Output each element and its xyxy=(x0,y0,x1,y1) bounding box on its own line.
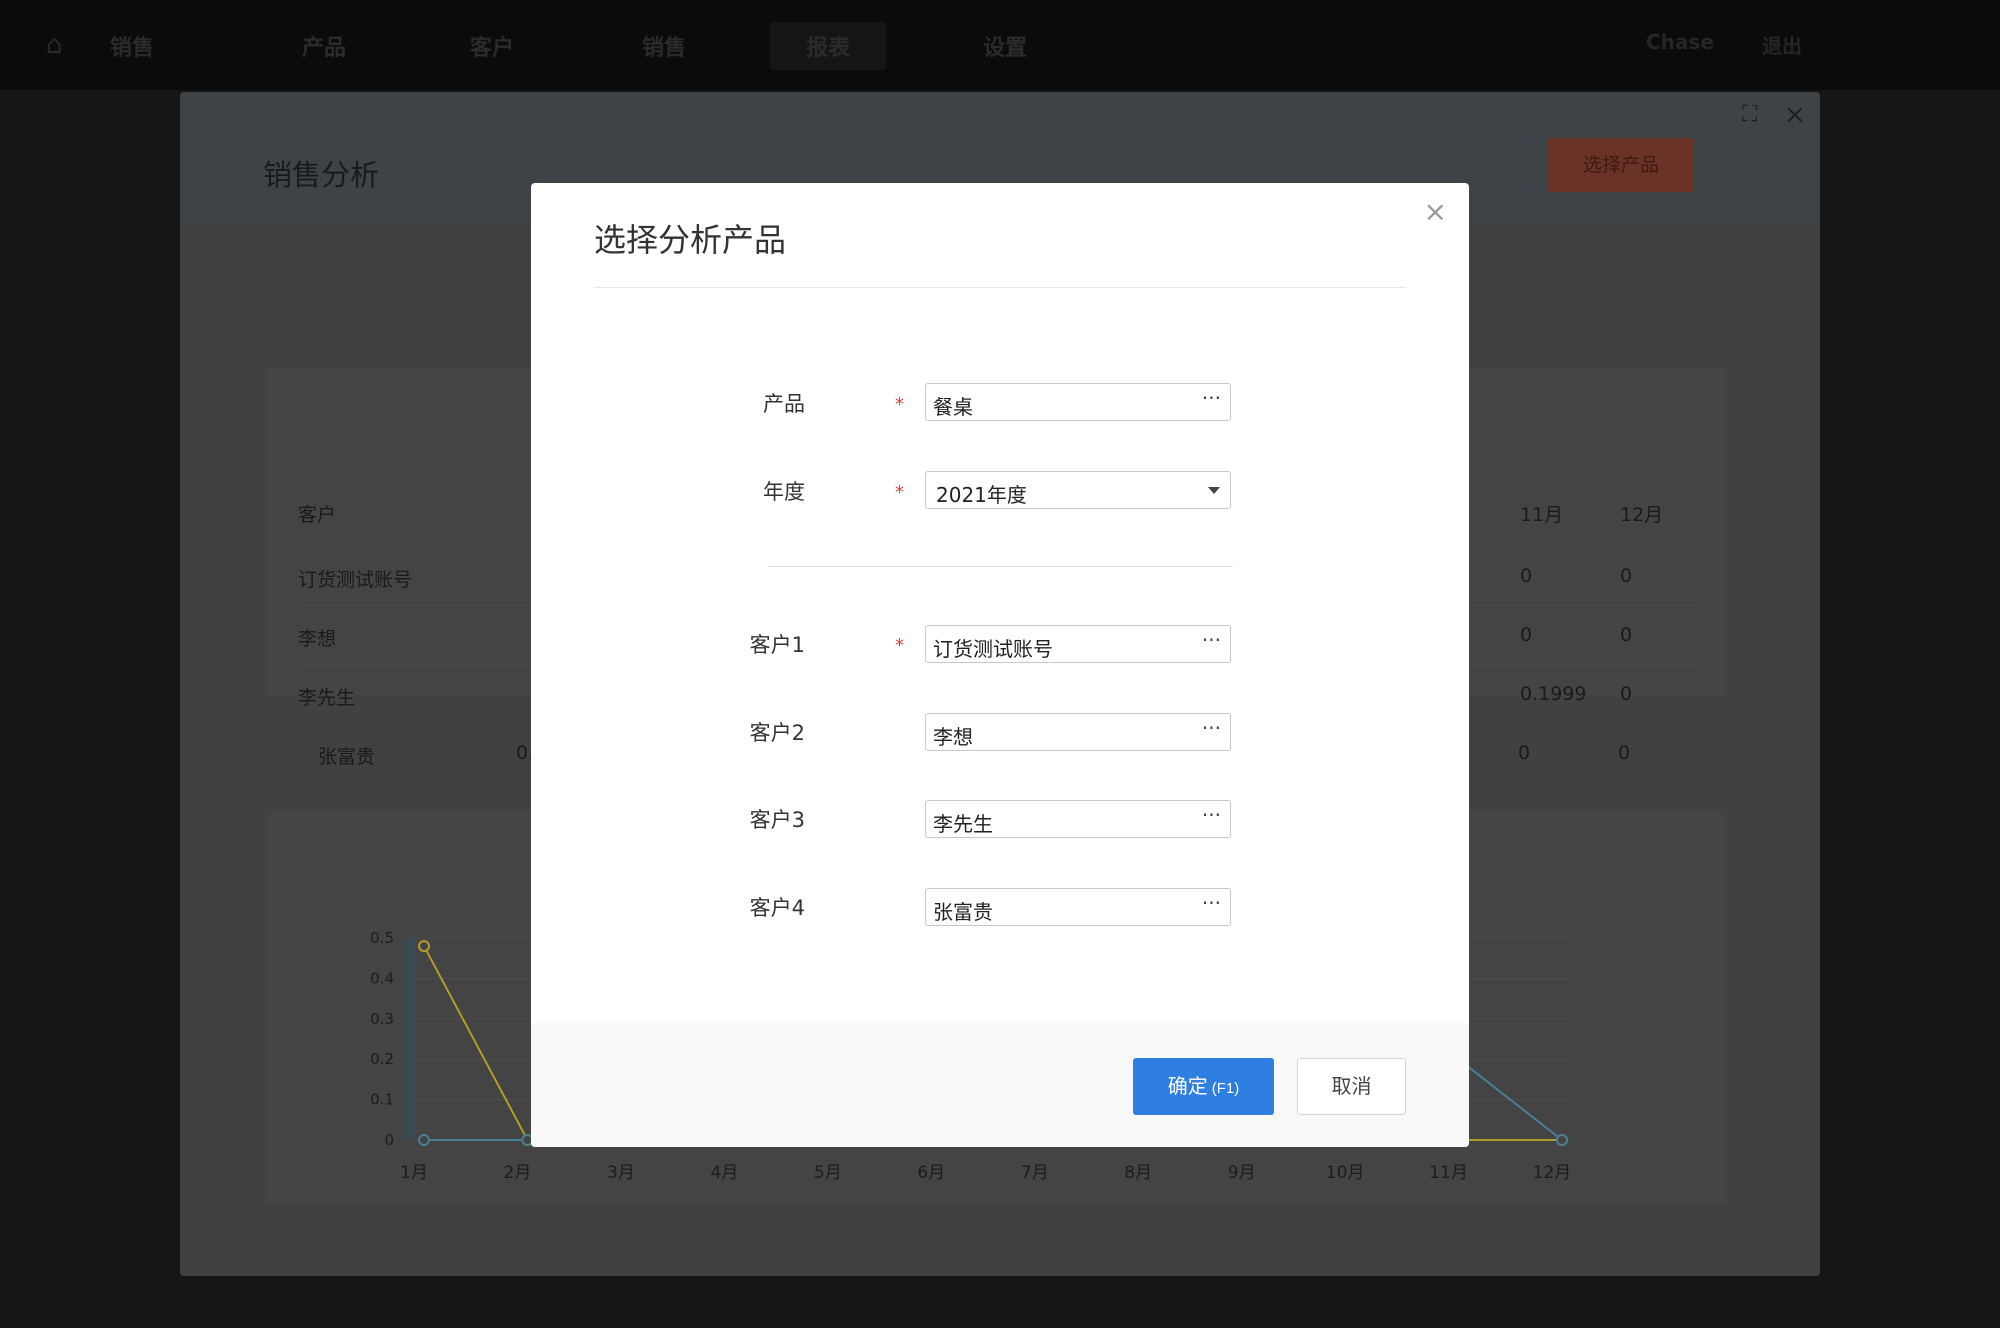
x-tick-label: 11月 xyxy=(1429,1163,1468,1183)
top-navigation: ⌂ 销售 产品 客户 销售 报表 设置 Chase 退出 xyxy=(0,0,2000,90)
customer1-label: 客户1 xyxy=(749,633,805,657)
close-icon[interactable]: × xyxy=(1784,100,1806,130)
table-cell: 0 xyxy=(1620,624,1633,646)
nav-item-sales[interactable]: 销售 xyxy=(110,30,154,62)
customer2-value: 李想 xyxy=(933,725,973,749)
table-cell: 李想 xyxy=(298,628,337,650)
x-tick-label: 4月 xyxy=(710,1163,738,1183)
nav-user-name[interactable]: Chase xyxy=(1646,30,1714,54)
y-tick-label: 0 xyxy=(384,1131,394,1149)
page-title: 销售分析 xyxy=(263,158,380,192)
customer1-picker[interactable]: 订货测试账号 ··· xyxy=(925,625,1231,663)
x-tick-label: 10月 xyxy=(1326,1163,1365,1183)
hover-band xyxy=(404,938,416,1140)
dialog-title: 选择分析产品 xyxy=(594,221,787,259)
table-cell: 订货测试账号 xyxy=(298,569,413,591)
more-dots-icon[interactable]: ··· xyxy=(1202,891,1221,915)
x-tick-label: 8月 xyxy=(1124,1163,1152,1183)
select-product-dialog: 选择分析产品 × 产品 * 餐桌 ··· 年度 * 2021年度 客户1 * 订… xyxy=(531,183,1469,1147)
table-cell: 0 xyxy=(1620,683,1633,705)
select-product-button[interactable]: 选择产品 xyxy=(1548,138,1694,192)
y-tick-label: 0.2 xyxy=(370,1050,394,1068)
nav-item-products[interactable]: 产品 xyxy=(302,30,346,62)
required-mark: * xyxy=(895,635,904,656)
cancel-button[interactable]: 取消 xyxy=(1297,1058,1406,1115)
table-header-dec: 12月 xyxy=(1620,504,1664,526)
required-mark: * xyxy=(895,394,904,415)
expand-icon[interactable]: ⛶ xyxy=(1742,102,1757,127)
nav-item-reports[interactable]: 报表 xyxy=(770,22,887,70)
nav-item-settings[interactable]: 设置 xyxy=(983,30,1027,62)
shortcut-hint: (F1) xyxy=(1211,1080,1240,1097)
x-tick-label: 1月 xyxy=(400,1163,428,1183)
x-tick-label: 3月 xyxy=(607,1163,635,1183)
x-tick-label: 12月 xyxy=(1533,1163,1572,1183)
year-value: 2021年度 xyxy=(936,483,1027,507)
product-value: 餐桌 xyxy=(933,395,973,419)
table-cell: 0.1999 xyxy=(1520,683,1587,705)
table-cell: 0 xyxy=(1618,742,1631,764)
table-cell: 0 xyxy=(1520,565,1533,587)
product-picker[interactable]: 餐桌 ··· xyxy=(925,383,1231,421)
more-dots-icon[interactable]: ··· xyxy=(1202,803,1221,827)
close-icon[interactable]: × xyxy=(1424,195,1447,228)
table-cell: 0 xyxy=(1520,624,1533,646)
more-dots-icon[interactable]: ··· xyxy=(1202,628,1221,652)
y-tick-label: 0.4 xyxy=(370,969,394,987)
nav-logout[interactable]: 退出 xyxy=(1762,30,1802,59)
y-tick-label: 0.1 xyxy=(370,1091,394,1109)
data-point xyxy=(418,1134,430,1146)
customer4-value: 张富贵 xyxy=(933,900,993,924)
customer4-picker[interactable]: 张富贵 ··· xyxy=(925,888,1231,926)
divider xyxy=(768,566,1233,567)
customer1-value: 订货测试账号 xyxy=(933,637,1053,661)
table-cell: 张富贵 xyxy=(318,746,376,768)
year-select[interactable]: 2021年度 xyxy=(925,471,1231,509)
x-tick-label: 9月 xyxy=(1228,1163,1256,1183)
logo-icon: ⌂ xyxy=(46,30,63,60)
more-dots-icon[interactable]: ··· xyxy=(1202,386,1221,410)
customer4-label: 客户4 xyxy=(749,896,805,920)
customer3-picker[interactable]: 李先生 ··· xyxy=(925,800,1231,838)
confirm-button[interactable]: 确定 (F1) xyxy=(1133,1058,1274,1115)
table-cell: 0 xyxy=(1620,565,1633,587)
x-tick-label: 6月 xyxy=(917,1163,945,1183)
table-header-nov: 11月 xyxy=(1520,504,1564,526)
y-tick-label: 0.3 xyxy=(370,1010,394,1028)
table-cell: 0 xyxy=(1518,742,1531,764)
customer3-label: 客户3 xyxy=(749,808,805,832)
product-label: 产品 xyxy=(763,392,805,416)
customer3-value: 李先生 xyxy=(933,812,993,836)
required-mark: * xyxy=(895,482,904,503)
confirm-label: 确定 xyxy=(1167,1076,1208,1098)
caret-down-icon xyxy=(1208,487,1220,494)
table-header-customer: 客户 xyxy=(298,504,337,526)
x-tick-label: 2月 xyxy=(504,1163,532,1183)
more-dots-icon[interactable]: ··· xyxy=(1202,716,1221,740)
x-tick-label: 7月 xyxy=(1021,1163,1049,1183)
table-cell: 李先生 xyxy=(298,687,356,709)
customer2-label: 客户2 xyxy=(749,721,805,745)
data-point xyxy=(418,940,430,953)
y-tick-label: 0.5 xyxy=(370,929,394,947)
divider xyxy=(594,287,1406,288)
year-label: 年度 xyxy=(763,480,805,504)
data-point xyxy=(1556,1134,1568,1146)
customer2-picker[interactable]: 李想 ··· xyxy=(925,713,1231,751)
nav-item-orders[interactable]: 销售 xyxy=(642,30,686,62)
x-tick-label: 5月 xyxy=(814,1163,842,1183)
nav-item-customers[interactable]: 客户 xyxy=(470,30,514,62)
